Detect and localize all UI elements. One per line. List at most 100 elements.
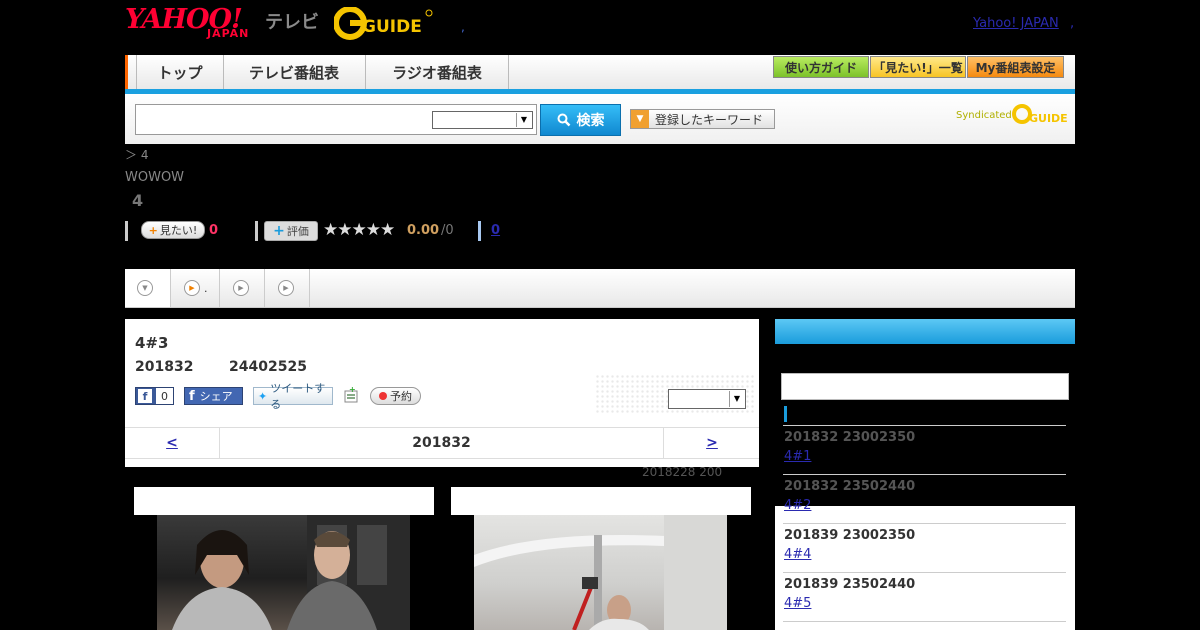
sidebar-episode-item: 201839 23502440 4#5: [784, 577, 1067, 611]
want-to-watch-count: 0: [209, 223, 219, 238]
episode-link[interactable]: 4#4: [784, 547, 811, 562]
stat-divider: [255, 221, 258, 241]
rate-label: 評価: [286, 225, 309, 238]
program-tabs: ▼ ▶ . ▶ ▶: [125, 269, 1075, 308]
tab-episodes[interactable]: ▶ .: [172, 269, 220, 307]
my-schedule-settings-button[interactable]: My番組表設定: [967, 56, 1064, 78]
watchlist-button[interactable]: 「見たい!」一覧: [870, 56, 966, 78]
gguide-logo[interactable]: GUIDE: [334, 7, 434, 40]
date-navigation: < 201832 >: [125, 427, 759, 459]
next-date-link[interactable]: >: [663, 428, 760, 458]
header-separator: ,: [461, 20, 465, 34]
divider: [783, 523, 1066, 524]
want-to-watch-label: 見たい!: [159, 224, 198, 237]
triangle-down-icon: ▼: [631, 110, 649, 128]
usage-guide-button[interactable]: 使い方ガイド: [773, 56, 869, 78]
stat-divider: [125, 221, 128, 241]
divider: [783, 621, 1066, 622]
plus-icon: +: [148, 223, 158, 237]
facebook-icon: f: [138, 389, 152, 403]
search-icon: [557, 113, 570, 127]
play-icon: ▶: [184, 280, 200, 296]
divider: [783, 474, 1066, 475]
tweet-label: ツイートする: [270, 382, 326, 411]
record-reservation-label: 予約: [390, 390, 412, 403]
sidebar-episode-item: 201832 23502440 4#2: [784, 479, 1067, 513]
divider: [783, 572, 1066, 573]
search-button-label: 検索: [576, 113, 605, 129]
sidebar-header: [775, 319, 1075, 344]
record-dot-icon: [379, 392, 387, 400]
rate-button[interactable]: + 評価: [264, 221, 318, 241]
registered-keywords-label: 登録したキーワード: [655, 112, 764, 127]
tab-info[interactable]: ▼: [125, 269, 171, 307]
svg-text:GUIDE: GUIDE: [362, 17, 422, 37]
tab-related[interactable]: ▶: [266, 269, 310, 307]
syndicated-label: Syndicated: [956, 110, 1012, 121]
rating-count: /0: [441, 223, 454, 238]
twitter-bird-icon: ✦: [258, 389, 268, 403]
facebook-share-label: シェア: [199, 390, 233, 403]
syndicated-gguide-logo: GUIDE: [1012, 104, 1067, 125]
chevron-down-icon: ▼: [137, 280, 153, 296]
facebook-share-button[interactable]: f シェア: [184, 387, 243, 405]
page: YAHOO! JAPAN テレビ GUIDE , Yahoo! JAPAN , …: [125, 0, 1075, 630]
program-stats: + 見たい! 0 + 評価 ★★★★★ 0.00 /0 0: [125, 220, 625, 241]
tweet-button[interactable]: ✦ ツイートする: [253, 382, 333, 411]
episode-datetime: 201832 23002350: [784, 430, 916, 445]
stat-divider: [478, 221, 481, 241]
sidebar-input[interactable]: [781, 373, 1069, 400]
nav-tab-top[interactable]: トップ: [136, 55, 224, 89]
previous-date-link[interactable]: <: [125, 428, 220, 458]
photo-card[interactable]: [451, 487, 751, 630]
search-category-select[interactable]: ▼: [432, 111, 533, 129]
chevron-down-icon: ▼: [516, 113, 531, 127]
want-to-watch-button[interactable]: + 見たい!: [141, 221, 205, 239]
episode-link[interactable]: 4#5: [784, 596, 811, 611]
current-date: 201832: [412, 435, 471, 451]
program-title: 4: [132, 191, 144, 210]
nav-tab-tv-schedule[interactable]: テレビ番組表: [223, 55, 366, 89]
episode-option-select[interactable]: ▼: [668, 389, 746, 409]
episode-panel: 4#3 201832 24402525 f 0 f シェア ✦ ツイートする +…: [125, 319, 759, 467]
episode-date: 201832: [135, 359, 194, 375]
tv-label: テレビ: [265, 12, 319, 33]
episode-datetime: 201832 23502440: [784, 479, 916, 494]
tab-reviews[interactable]: ▶: [221, 269, 265, 307]
rating-stars: ★★★★★: [323, 220, 395, 240]
episode-datetime: 201839 23502440: [784, 577, 916, 592]
yahoo-japan-link[interactable]: Yahoo! JAPAN: [973, 16, 1059, 31]
episode-photo: [157, 515, 410, 630]
yahoo-japan-logo[interactable]: YAHOO! JAPAN: [125, 4, 263, 44]
tab-episodes-label: .: [204, 281, 208, 295]
sidebar-section-marker: [784, 406, 787, 422]
svg-text:GUIDE: GUIDE: [1029, 112, 1067, 125]
nav-tab-radio-schedule[interactable]: ラジオ番組表: [366, 55, 509, 89]
episode-link[interactable]: 4#1: [784, 449, 811, 464]
add-calendar-icon[interactable]: +: [343, 385, 359, 404]
svg-text:+: +: [349, 386, 356, 394]
sidebar-episode-list: 201832 23002350 4#1 201832 23502440 4#2 …: [775, 319, 1075, 630]
rating-score: 0.00: [407, 223, 440, 238]
photo-caption-area: [134, 487, 434, 515]
facebook-like-count: 0: [156, 388, 173, 404]
search-button[interactable]: 検索: [540, 104, 621, 136]
review-count-link[interactable]: 0: [491, 223, 500, 238]
plus-icon: +: [273, 223, 285, 239]
episode-time: 24402525: [229, 359, 307, 375]
chevron-down-icon: ▼: [729, 391, 744, 407]
sidebar-episode-item: 201832 23002350 4#1: [784, 430, 1067, 464]
play-icon: ▶: [233, 280, 249, 296]
header-link-separator: ,: [1070, 16, 1075, 31]
episode-link[interactable]: 4#2: [784, 498, 811, 513]
facebook-like-button[interactable]: f 0: [135, 387, 174, 405]
channel-name: WOWOW: [125, 170, 185, 185]
divider: [783, 425, 1066, 426]
facebook-icon: f: [189, 388, 195, 404]
registered-keywords-button[interactable]: ▼ 登録したキーワード: [630, 109, 775, 129]
record-reservation-button[interactable]: 予約: [370, 387, 421, 405]
japan-logo-text: JAPAN: [207, 27, 250, 40]
episode-title: 4#3: [135, 334, 169, 352]
sidebar-episode-item: 201839 23002350 4#4: [784, 528, 1067, 562]
photo-card[interactable]: [134, 487, 434, 630]
